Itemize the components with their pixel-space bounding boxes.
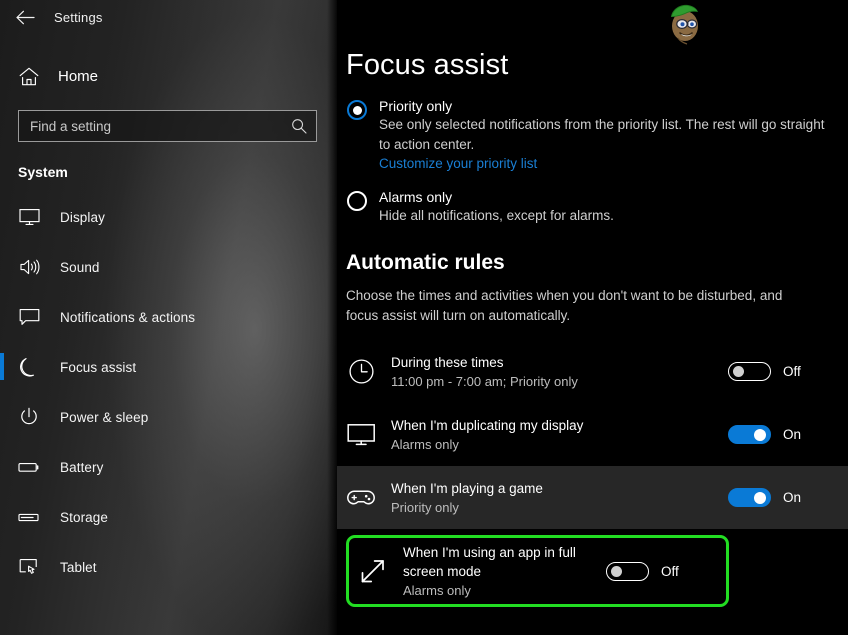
home-label: Home: [58, 67, 99, 85]
toggle-state-label: On: [783, 490, 802, 505]
rule-control: Off: [606, 561, 726, 581]
power-icon: [18, 406, 40, 428]
rule-subtitle: Alarms only: [403, 582, 471, 598]
rule-title: When I'm duplicating my display: [391, 417, 584, 433]
main-content: Focus assist Priority only See only sele…: [337, 0, 848, 635]
sidebar-item-label: Battery: [60, 459, 104, 475]
rule-title: During these times: [391, 354, 504, 370]
fullscreen-arrows-icon: [358, 556, 388, 586]
search-icon[interactable]: [290, 117, 308, 135]
sidebar-section-title: System: [18, 164, 68, 180]
option-alarms-only[interactable]: Alarms only Hide all notifications, exce…: [337, 189, 848, 226]
settings-window: Settings Home System: [0, 0, 848, 635]
sidebar-item-power-sleep[interactable]: Power & sleep: [0, 392, 337, 442]
moon-icon: [18, 356, 40, 378]
sidebar-item-home[interactable]: Home: [0, 59, 337, 93]
sidebar-item-notifications[interactable]: Notifications & actions: [0, 292, 337, 342]
sidebar-item-sound[interactable]: Sound: [0, 242, 337, 292]
toggle-state-label: On: [783, 427, 802, 442]
option-title: Priority only: [379, 98, 453, 114]
rule-text: When I'm using an app in full screen mod…: [403, 543, 606, 600]
rule-text: When I'm playing a game Priority only: [391, 479, 728, 517]
rule-control: Off: [728, 362, 848, 381]
rule-text: When I'm duplicating my display Alarms o…: [391, 416, 728, 454]
sidebar-item-focus-assist[interactable]: Focus assist: [0, 342, 337, 392]
rule-control: On: [728, 488, 848, 507]
rule-title: When I'm playing a game: [391, 480, 543, 496]
monitor-icon: [346, 420, 376, 450]
storage-icon: [18, 506, 40, 528]
sidebar-item-label: Focus assist: [60, 359, 137, 375]
sidebar-item-label: Sound: [60, 259, 100, 275]
toggle-fullscreen-app[interactable]: [606, 561, 649, 581]
rule-title: When I'm using an app in full screen mod…: [403, 544, 576, 579]
tablet-icon: [18, 556, 40, 578]
rule-control: On: [728, 425, 848, 444]
toggle-state-label: Off: [661, 563, 679, 579]
page-title: Focus assist: [346, 49, 509, 81]
option-title: Alarms only: [379, 189, 453, 205]
sidebar-item-label: Notifications & actions: [60, 309, 196, 325]
radio-alarms-only[interactable]: [347, 191, 367, 211]
back-button[interactable]: [12, 4, 38, 30]
rule-subtitle: Priority only: [391, 499, 459, 515]
toggle-during-these-times[interactable]: [728, 362, 771, 381]
sidebar-item-battery[interactable]: Battery: [0, 442, 337, 492]
rule-duplicating-display[interactable]: When I'm duplicating my display Alarms o…: [337, 403, 848, 466]
sidebar-item-storage[interactable]: Storage: [0, 492, 337, 542]
sidebar-item-label: Display: [60, 209, 105, 225]
toggle-duplicating-display[interactable]: [728, 425, 771, 444]
search-input[interactable]: [30, 118, 290, 134]
rule-during-these-times[interactable]: During these times 11:00 pm - 7:00 am; P…: [337, 340, 848, 403]
monitor-icon: [18, 206, 40, 228]
sidebar-nav: Display Sound Notifications & actions Fo…: [0, 192, 337, 592]
option-priority-only[interactable]: Priority only See only selected notifica…: [337, 98, 848, 173]
toggle-state-label: Off: [783, 364, 801, 379]
sidebar-item-label: Power & sleep: [60, 409, 149, 425]
battery-icon: [18, 456, 40, 478]
radio-priority-only[interactable]: [347, 100, 367, 120]
speaker-icon: [18, 256, 40, 278]
automatic-rules-list: During these times 11:00 pm - 7:00 am; P…: [337, 340, 848, 607]
rule-subtitle: Alarms only: [391, 436, 459, 452]
sidebar-item-display[interactable]: Display: [0, 192, 337, 242]
title-bar: Settings: [0, 0, 337, 34]
rule-text: During these times 11:00 pm - 7:00 am; P…: [391, 353, 728, 391]
home-icon: [18, 65, 40, 87]
sidebar: Settings Home System: [0, 0, 337, 635]
avatar: [660, 0, 708, 45]
rule-playing-a-game[interactable]: When I'm playing a game Priority only On: [337, 466, 848, 529]
rule-subtitle: 11:00 pm - 7:00 am; Priority only: [391, 373, 578, 389]
gamepad-icon: [346, 483, 376, 513]
toggle-playing-a-game[interactable]: [728, 488, 771, 507]
notification-icon: [18, 306, 40, 328]
sidebar-item-label: Tablet: [60, 559, 97, 575]
search-box[interactable]: [18, 110, 317, 142]
window-title: Settings: [54, 9, 103, 25]
automatic-rules-heading: Automatic rules: [346, 251, 505, 274]
sidebar-item-label: Storage: [60, 509, 108, 525]
automatic-rules-description: Choose the times and activities when you…: [346, 288, 783, 323]
rule-fullscreen-app[interactable]: When I'm using an app in full screen mod…: [346, 535, 729, 607]
option-description: Hide all notifications, except for alarm…: [379, 208, 614, 223]
customize-priority-list-link[interactable]: Customize your priority list: [379, 156, 537, 171]
clock-icon: [346, 357, 376, 387]
option-description: See only selected notifications from the…: [379, 117, 825, 152]
sidebar-item-tablet[interactable]: Tablet: [0, 542, 337, 592]
